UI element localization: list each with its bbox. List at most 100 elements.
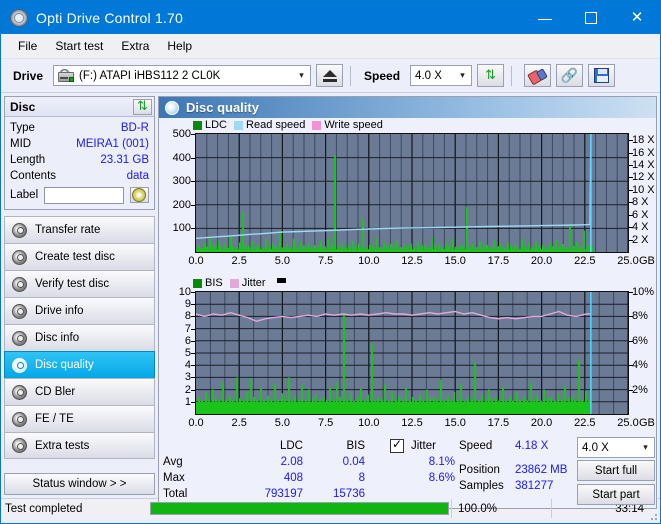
disc-icon bbox=[12, 223, 27, 238]
y2-axis-tick bbox=[629, 215, 633, 216]
jitter-checkbox[interactable] bbox=[390, 439, 404, 454]
y-axis-tick-label: 6 bbox=[161, 335, 191, 347]
legend-swatch bbox=[193, 121, 202, 130]
disc-row-value: MEIRA1 (001) bbox=[76, 138, 149, 150]
jitter-column-label: Jitter bbox=[411, 440, 455, 452]
main-area: Disc ⇅ Type BD-R MID MEIRA1 (001) bbox=[1, 93, 660, 498]
x-axis-unit-label: GB bbox=[639, 255, 655, 267]
close-button[interactable]: ✕ bbox=[614, 1, 660, 34]
y2-axis-tick bbox=[629, 365, 633, 366]
sidebar-item-fe-te[interactable]: FE / TE bbox=[4, 405, 155, 432]
sidebar-item-cd-bler[interactable]: CD Bler bbox=[4, 378, 155, 405]
floppy-disk-icon bbox=[594, 68, 609, 83]
y2-axis-tick bbox=[629, 390, 633, 391]
menu-file[interactable]: File bbox=[9, 36, 46, 56]
x-axis-tick-label: 10.0 bbox=[358, 417, 379, 429]
status-window-button[interactable]: Status window > > bbox=[4, 473, 155, 495]
refresh-button[interactable]: ⇅ bbox=[477, 64, 504, 87]
menu-help[interactable]: Help bbox=[158, 36, 201, 56]
minimize-button[interactable]: — bbox=[522, 1, 568, 34]
y-axis-tick bbox=[191, 181, 195, 182]
x-axis-tick-label: 25.0 bbox=[617, 255, 638, 267]
y-axis-tick bbox=[191, 402, 195, 403]
y-axis-tick-label: 100 bbox=[161, 222, 191, 234]
sidebar-item-extra-tests[interactable]: Extra tests bbox=[4, 432, 155, 459]
optical-drive-icon bbox=[58, 69, 74, 82]
eraser-icon bbox=[527, 66, 548, 85]
y-axis-tick-label: 1 bbox=[161, 396, 191, 408]
disc-refresh-button[interactable]: ⇅ bbox=[133, 99, 152, 115]
title-bar: Opti Drive Control 1.70 — ✕ bbox=[1, 1, 660, 34]
x-axis-tick-label: 7.5 bbox=[318, 255, 333, 267]
y2-axis-tick-label: 4% bbox=[632, 359, 648, 371]
x-axis-tick-label: 5.0 bbox=[275, 255, 290, 267]
menu-extra[interactable]: Extra bbox=[112, 36, 158, 56]
maximize-button[interactable] bbox=[568, 1, 614, 34]
y-axis-tick bbox=[191, 304, 195, 305]
y2-axis-tick bbox=[629, 316, 633, 317]
speed-select[interactable]: 4.0 X ▾ bbox=[410, 65, 472, 86]
drive-select[interactable]: (F:) ATAPI iHBS112 2 CL0K ▾ bbox=[53, 65, 311, 86]
start-part-label: Start part bbox=[592, 489, 639, 501]
y2-axis-tick-label: 12 X bbox=[632, 171, 655, 183]
resize-grip[interactable] bbox=[648, 511, 658, 521]
sidebar-item-disc-info[interactable]: Disc info bbox=[4, 324, 155, 351]
x-axis-tick-label: 12.5 bbox=[401, 255, 422, 267]
menu-start-test[interactable]: Start test bbox=[46, 36, 112, 56]
y-axis-tick bbox=[191, 353, 195, 354]
disc-panel-title: Disc bbox=[10, 100, 35, 114]
erase-button[interactable] bbox=[524, 64, 551, 87]
sidebar-item-drive-info[interactable]: Drive info bbox=[4, 297, 155, 324]
samples-info-label: Samples bbox=[459, 480, 504, 492]
legend-label: Jitter bbox=[242, 277, 266, 289]
test-speed-select[interactable]: 4.0 X ▾ bbox=[577, 437, 655, 458]
legend-label: LDC bbox=[205, 119, 227, 131]
sidebar-item-verify-test-disc[interactable]: Verify test disc bbox=[4, 270, 155, 297]
y-axis-tick-label: 9 bbox=[161, 298, 191, 310]
sidebar-item-transfer-rate[interactable]: Transfer rate bbox=[4, 216, 155, 243]
toolbar-divider-2 bbox=[511, 66, 512, 86]
save-button[interactable] bbox=[588, 64, 615, 87]
x-axis-tick-label: 17.5 bbox=[488, 255, 509, 267]
sidebar-item-create-test-disc[interactable]: Create test disc bbox=[4, 243, 155, 270]
eject-button[interactable] bbox=[316, 64, 343, 87]
speed-info-label: Speed bbox=[459, 440, 492, 452]
x-axis-unit-label: GB bbox=[639, 417, 655, 429]
cd-icon bbox=[132, 188, 146, 202]
disc-row-value: BD-R bbox=[121, 122, 149, 134]
bis-chart-legend: BIS Jitter bbox=[193, 277, 286, 289]
y2-axis-tick bbox=[629, 140, 633, 141]
x-axis-tick-label: 20.0 bbox=[531, 417, 552, 429]
disc-label-input[interactable] bbox=[44, 187, 124, 204]
x-axis-tick-label: 0.0 bbox=[188, 417, 203, 429]
disc-row-key: MID bbox=[10, 138, 31, 150]
stats-area: Avg Max Total LDC 2.08 408 793197 BIS 0.… bbox=[159, 436, 656, 508]
x-axis-tick-label: 20.0 bbox=[531, 255, 552, 267]
disc-row-value: 23.31 GB bbox=[100, 154, 149, 166]
speed-select-value: 4.0 X bbox=[411, 70, 454, 82]
ldc-chart: LDC Read speed Write speed bbox=[159, 118, 656, 276]
disc-icon bbox=[12, 277, 27, 292]
y-axis-tick-label: 2 bbox=[161, 384, 191, 396]
x-axis-tick-label: 0.0 bbox=[188, 255, 203, 267]
disc-row-value: data bbox=[127, 170, 149, 182]
start-part-button[interactable]: Start part bbox=[577, 484, 655, 505]
refresh-icon: ⇅ bbox=[137, 100, 148, 113]
legend-item-jitter: Jitter bbox=[230, 277, 266, 289]
toolbar-divider-1 bbox=[350, 66, 351, 86]
status-window-label: Status window > > bbox=[33, 478, 127, 490]
toolbar: Drive (F:) ATAPI iHBS112 2 CL0K ▾ Speed … bbox=[1, 59, 660, 93]
legend-swatch bbox=[230, 279, 239, 288]
start-full-button[interactable]: Start full bbox=[577, 460, 655, 481]
sidebar-item-disc-quality[interactable]: Disc quality bbox=[4, 351, 155, 378]
stats-cell-jitter: 8.1% bbox=[395, 456, 455, 468]
stats-row-label: Total bbox=[163, 488, 187, 500]
link-button[interactable]: 🔗 bbox=[556, 64, 583, 87]
disc-label-apply-button[interactable] bbox=[130, 187, 149, 203]
y2-axis-tick-label: 10 X bbox=[632, 184, 655, 196]
y2-axis-tick-label: 10% bbox=[632, 286, 654, 298]
stats-cell-bis: 15736 bbox=[305, 488, 365, 500]
y2-axis-tick-label: 6 X bbox=[632, 209, 649, 221]
y2-axis-tick-label: 4 X bbox=[632, 221, 649, 233]
disc-label-key: Label bbox=[10, 189, 38, 201]
